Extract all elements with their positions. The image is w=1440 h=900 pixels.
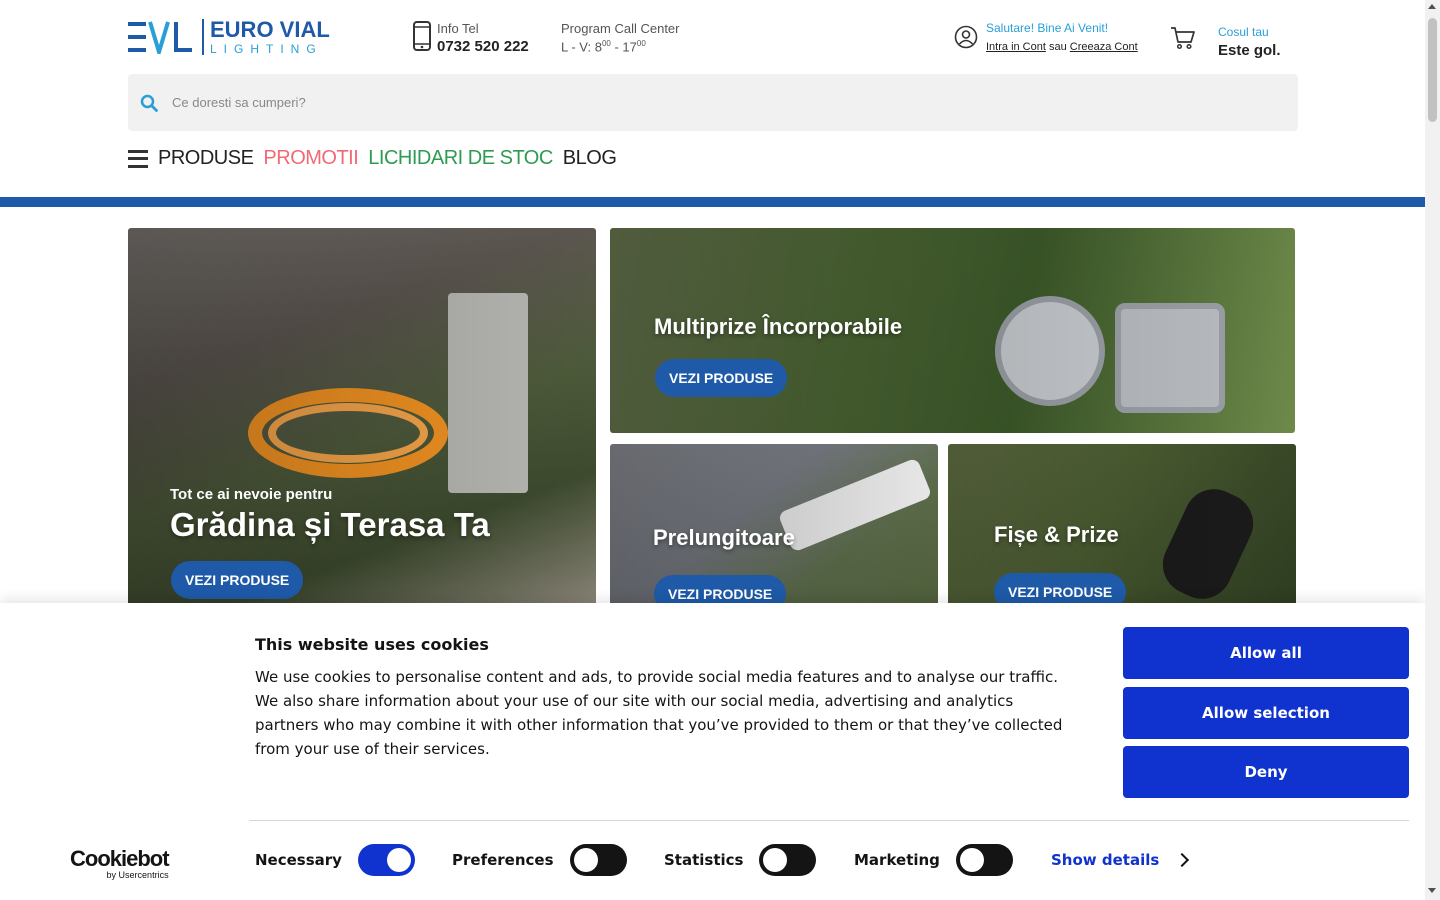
banner-pretitle: Tot ce ai nevoie pentru <box>170 486 333 503</box>
main-nav: PRODUSE PROMOTII LICHIDARI DE STOC BLOG <box>128 147 626 170</box>
site-logo[interactable]: EURO VIAL LIGHTING <box>128 19 330 55</box>
banner-title: Multiprize Încorporabile <box>654 314 903 339</box>
chevron-right-icon <box>1175 852 1190 868</box>
toggle-label: Statistics <box>664 851 744 869</box>
allow-selection-button[interactable]: Allow selection <box>1123 687 1409 739</box>
marketing-switch[interactable] <box>955 844 1013 876</box>
preferences-switch[interactable] <box>569 844 627 876</box>
account-area: Salutare! Bine Ai Venit! Intra in Cont s… <box>954 21 1138 53</box>
hamburger-menu-icon[interactable] <box>128 149 148 168</box>
register-link[interactable]: Creeaza Cont <box>1070 41 1138 53</box>
cookiebot-logo[interactable]: Cookiebot by Usercentrics <box>70 846 170 880</box>
scrollbar-thumb[interactable] <box>1428 18 1437 122</box>
nav-item-blog[interactable]: BLOG <box>563 147 617 170</box>
banner-multiprize[interactable]: Multiprize Încorporabile VEZI PRODUSE <box>610 228 1295 433</box>
cookie-consent-banner: This website uses cookies We use cookies… <box>0 603 1425 900</box>
account-greeting: Salutare! Bine Ai Venit! <box>986 21 1109 35</box>
necessary-switch[interactable] <box>357 844 415 876</box>
user-icon[interactable] <box>954 25 978 49</box>
cart-icon <box>1171 27 1195 50</box>
phone-info[interactable]: Info Tel 0732 520 222 <box>413 21 529 55</box>
banner-prelungitoare[interactable]: Prelungitoare VEZI PRODUSE <box>610 444 938 609</box>
call-center-label: Program Call Center <box>561 21 680 36</box>
banner-fise-prize[interactable]: Fișe & Prize VEZI PRODUSE <box>948 444 1296 609</box>
logo-brand-line1: EURO VIAL <box>210 17 330 42</box>
cart-widget[interactable]: Cosul tau Este gol. <box>1170 25 1281 59</box>
allow-all-button[interactable]: Allow all <box>1123 627 1409 679</box>
banner-title: Prelungitoare <box>653 525 795 550</box>
nav-item-promotii[interactable]: PROMOTII <box>263 147 358 170</box>
cart-label: Cosul tau <box>1218 25 1269 39</box>
search-input[interactable] <box>172 95 1072 110</box>
toggle-marketing: Marketing <box>854 844 1013 876</box>
statistics-switch[interactable] <box>759 844 817 876</box>
banner-title: Grădina și Terasa Ta <box>170 506 490 543</box>
call-center-schedule: L - V: 800 - 1700 <box>561 39 646 55</box>
cookie-description: We use cookies to personalise content an… <box>255 668 1063 758</box>
vezi-produse-button[interactable]: VEZI PRODUSE <box>171 561 304 599</box>
toggle-label: Marketing <box>854 851 940 869</box>
login-link[interactable]: Intra in Cont <box>986 41 1046 53</box>
phone-icon <box>413 21 431 51</box>
show-details-link[interactable]: Show details <box>1051 851 1190 869</box>
deny-button[interactable]: Deny <box>1123 746 1409 798</box>
nav-item-produse[interactable]: PRODUSE <box>158 147 254 170</box>
search-bar <box>128 74 1298 131</box>
site-header: EURO VIAL LIGHTING Info Tel 0732 520 222… <box>0 0 1425 207</box>
cart-status: Este gol. <box>1218 42 1281 59</box>
cookiebot-brand-name: Cookiebot <box>70 846 170 871</box>
scroll-up-arrow-icon[interactable] <box>1428 4 1436 9</box>
vezi-produse-button[interactable]: VEZI PRODUSE <box>655 359 788 397</box>
call-center-hours: Program Call Center L - V: 800 - 1700 <box>561 21 680 54</box>
phone-number[interactable]: 0732 520 222 <box>437 38 529 55</box>
search-icon[interactable] <box>140 94 158 112</box>
toggle-label: Preferences <box>452 851 554 869</box>
account-separator: sau <box>1048 41 1067 53</box>
evl-logo-mark <box>128 20 194 54</box>
header-accent-bar <box>0 197 1425 207</box>
page-scrollbar[interactable] <box>1425 0 1440 900</box>
banner-gradina-terasa[interactable]: Tot ce ai nevoie pentru Grădina și Teras… <box>128 228 596 608</box>
toggle-label: Necessary <box>255 851 342 869</box>
banner-title: Fișe & Prize <box>994 522 1119 547</box>
scroll-down-arrow-icon[interactable] <box>1428 888 1436 893</box>
logo-brand-line2: LIGHTING <box>210 42 323 56</box>
cookie-title: This website uses cookies <box>255 635 489 654</box>
nav-item-lichidari-de-stoc[interactable]: LICHIDARI DE STOC <box>368 147 553 170</box>
toggle-necessary: Necessary <box>255 844 415 876</box>
cookie-divider <box>249 820 1409 821</box>
toggle-preferences: Preferences <box>452 844 627 876</box>
toggle-statistics: Statistics <box>664 844 817 876</box>
phone-label: Info Tel <box>437 21 479 36</box>
